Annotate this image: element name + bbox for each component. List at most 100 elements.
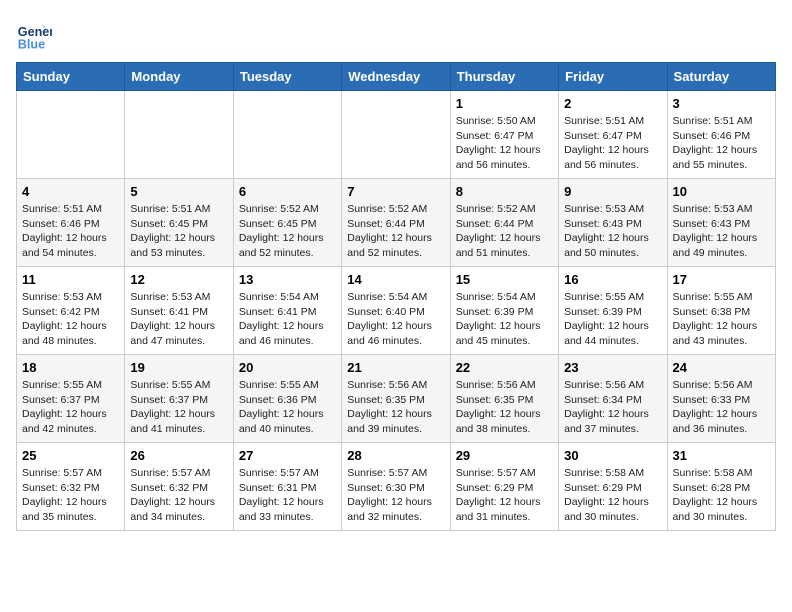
day-number: 6 <box>239 184 336 199</box>
day-header-saturday: Saturday <box>667 63 775 91</box>
day-cell: 16 Sunrise: 5:55 AMSunset: 6:39 PMDayligh… <box>559 267 667 355</box>
day-cell: 28 Sunrise: 5:57 AMSunset: 6:30 PMDayligh… <box>342 443 450 531</box>
day-cell: 1 Sunrise: 5:50 AMSunset: 6:47 PMDaylight… <box>450 91 558 179</box>
day-info: Sunrise: 5:53 AMSunset: 6:43 PMDaylight:… <box>564 202 661 261</box>
logo: General Blue <box>16 16 56 52</box>
day-info: Sunrise: 5:54 AMSunset: 6:39 PMDaylight:… <box>456 290 553 349</box>
day-number: 27 <box>239 448 336 463</box>
day-header-friday: Friday <box>559 63 667 91</box>
day-number: 3 <box>673 96 770 111</box>
day-cell: 23 Sunrise: 5:56 AMSunset: 6:34 PMDayligh… <box>559 355 667 443</box>
day-cell: 31 Sunrise: 5:58 AMSunset: 6:28 PMDayligh… <box>667 443 775 531</box>
day-cell: 2Sunrise: 5:51 AMSunset: 6:47 PMDaylight… <box>559 91 667 179</box>
day-info: Sunrise: 5:53 AMSunset: 6:41 PMDaylight:… <box>130 290 227 349</box>
day-info: Sunrise: 5:56 AMSunset: 6:35 PMDaylight:… <box>456 378 553 437</box>
day-cell: 22 Sunrise: 5:56 AMSunset: 6:35 PMDayligh… <box>450 355 558 443</box>
day-cell: 7Sunrise: 5:52 AMSunset: 6:44 PMDaylight… <box>342 179 450 267</box>
day-number: 22 <box>456 360 553 375</box>
logo-icon: General Blue <box>16 16 52 52</box>
day-cell: 8 Sunrise: 5:52 AMSunset: 6:44 PMDaylight… <box>450 179 558 267</box>
day-info: Sunrise: 5:55 AMSunset: 6:38 PMDaylight:… <box>673 290 770 349</box>
day-info: Sunrise: 5:52 AMSunset: 6:44 PMDaylight:… <box>347 202 444 261</box>
day-number: 11 <box>22 272 119 287</box>
day-cell: 24 Sunrise: 5:56 AMSunset: 6:33 PMDayligh… <box>667 355 775 443</box>
day-info: Sunrise: 5:51 AMSunset: 6:45 PMDaylight:… <box>130 202 227 261</box>
day-info: Sunrise: 5:52 AMSunset: 6:45 PMDaylight:… <box>239 202 336 261</box>
day-number: 23 <box>564 360 661 375</box>
day-number: 2 <box>564 96 661 111</box>
day-info: Sunrise: 5:55 AMSunset: 6:37 PMDaylight:… <box>22 378 119 437</box>
day-cell <box>342 91 450 179</box>
day-info: Sunrise: 5:57 AMSunset: 6:32 PMDaylight:… <box>130 466 227 525</box>
day-info: Sunrise: 5:52 AMSunset: 6:44 PMDaylight:… <box>456 202 553 261</box>
day-cell: 12 Sunrise: 5:53 AMSunset: 6:41 PMDayligh… <box>125 267 233 355</box>
day-cell: 15 Sunrise: 5:54 AMSunset: 6:39 PMDayligh… <box>450 267 558 355</box>
day-cell: 30 Sunrise: 5:58 AMSunset: 6:29 PMDayligh… <box>559 443 667 531</box>
day-cell: 25 Sunrise: 5:57 AMSunset: 6:32 PMDayligh… <box>17 443 125 531</box>
day-cell: 5 Sunrise: 5:51 AMSunset: 6:45 PMDaylight… <box>125 179 233 267</box>
day-header-thursday: Thursday <box>450 63 558 91</box>
day-cell: 20Sunrise: 5:55 AMSunset: 6:36 PMDayligh… <box>233 355 341 443</box>
day-cell: 29Sunrise: 5:57 AMSunset: 6:29 PMDayligh… <box>450 443 558 531</box>
day-cell: 21 Sunrise: 5:56 AMSunset: 6:35 PMDayligh… <box>342 355 450 443</box>
day-cell: 14Sunrise: 5:54 AMSunset: 6:40 PMDayligh… <box>342 267 450 355</box>
day-number: 25 <box>22 448 119 463</box>
day-cell <box>17 91 125 179</box>
day-info: Sunrise: 5:56 AMSunset: 6:34 PMDaylight:… <box>564 378 661 437</box>
day-number: 10 <box>673 184 770 199</box>
week-row-4: 18Sunrise: 5:55 AMSunset: 6:37 PMDayligh… <box>17 355 776 443</box>
day-cell: 4 Sunrise: 5:51 AMSunset: 6:46 PMDaylight… <box>17 179 125 267</box>
day-number: 5 <box>130 184 227 199</box>
day-number: 8 <box>456 184 553 199</box>
day-number: 4 <box>22 184 119 199</box>
day-number: 19 <box>130 360 227 375</box>
day-header-tuesday: Tuesday <box>233 63 341 91</box>
day-info: Sunrise: 5:51 AMSunset: 6:46 PMDaylight:… <box>673 114 770 173</box>
day-info: Sunrise: 5:51 AMSunset: 6:46 PMDaylight:… <box>22 202 119 261</box>
week-row-5: 25 Sunrise: 5:57 AMSunset: 6:32 PMDayligh… <box>17 443 776 531</box>
day-info: Sunrise: 5:56 AMSunset: 6:35 PMDaylight:… <box>347 378 444 437</box>
day-number: 29 <box>456 448 553 463</box>
day-cell: 18Sunrise: 5:55 AMSunset: 6:37 PMDayligh… <box>17 355 125 443</box>
week-row-1: 1 Sunrise: 5:50 AMSunset: 6:47 PMDaylight… <box>17 91 776 179</box>
day-number: 24 <box>673 360 770 375</box>
day-number: 21 <box>347 360 444 375</box>
day-number: 31 <box>673 448 770 463</box>
day-info: Sunrise: 5:58 AMSunset: 6:28 PMDaylight:… <box>673 466 770 525</box>
day-number: 12 <box>130 272 227 287</box>
day-number: 16 <box>564 272 661 287</box>
week-row-3: 11Sunrise: 5:53 AMSunset: 6:42 PMDayligh… <box>17 267 776 355</box>
day-cell: 3 Sunrise: 5:51 AMSunset: 6:46 PMDaylight… <box>667 91 775 179</box>
day-info: Sunrise: 5:54 AMSunset: 6:41 PMDaylight:… <box>239 290 336 349</box>
day-cell: 9 Sunrise: 5:53 AMSunset: 6:43 PMDaylight… <box>559 179 667 267</box>
day-number: 28 <box>347 448 444 463</box>
day-info: Sunrise: 5:50 AMSunset: 6:47 PMDaylight:… <box>456 114 553 173</box>
day-info: Sunrise: 5:53 AMSunset: 6:43 PMDaylight:… <box>673 202 770 261</box>
day-cell: 26 Sunrise: 5:57 AMSunset: 6:32 PMDayligh… <box>125 443 233 531</box>
day-number: 1 <box>456 96 553 111</box>
day-info: Sunrise: 5:54 AMSunset: 6:40 PMDaylight:… <box>347 290 444 349</box>
day-info: Sunrise: 5:56 AMSunset: 6:33 PMDaylight:… <box>673 378 770 437</box>
day-number: 26 <box>130 448 227 463</box>
day-header-sunday: Sunday <box>17 63 125 91</box>
day-cell: 11Sunrise: 5:53 AMSunset: 6:42 PMDayligh… <box>17 267 125 355</box>
day-cell: 17 Sunrise: 5:55 AMSunset: 6:38 PMDayligh… <box>667 267 775 355</box>
day-header-wednesday: Wednesday <box>342 63 450 91</box>
day-info: Sunrise: 5:55 AMSunset: 6:36 PMDaylight:… <box>239 378 336 437</box>
day-info: Sunrise: 5:57 AMSunset: 6:30 PMDaylight:… <box>347 466 444 525</box>
day-info: Sunrise: 5:55 AMSunset: 6:37 PMDaylight:… <box>130 378 227 437</box>
calendar-header: SundayMondayTuesdayWednesdayThursdayFrid… <box>17 63 776 91</box>
day-number: 30 <box>564 448 661 463</box>
day-info: Sunrise: 5:58 AMSunset: 6:29 PMDaylight:… <box>564 466 661 525</box>
day-cell: 19 Sunrise: 5:55 AMSunset: 6:37 PMDayligh… <box>125 355 233 443</box>
day-number: 9 <box>564 184 661 199</box>
day-info: Sunrise: 5:55 AMSunset: 6:39 PMDaylight:… <box>564 290 661 349</box>
day-info: Sunrise: 5:57 AMSunset: 6:32 PMDaylight:… <box>22 466 119 525</box>
day-number: 17 <box>673 272 770 287</box>
day-number: 15 <box>456 272 553 287</box>
week-row-2: 4 Sunrise: 5:51 AMSunset: 6:46 PMDaylight… <box>17 179 776 267</box>
day-cell: 27Sunrise: 5:57 AMSunset: 6:31 PMDayligh… <box>233 443 341 531</box>
calendar-table: SundayMondayTuesdayWednesdayThursdayFrid… <box>16 62 776 531</box>
day-cell <box>125 91 233 179</box>
day-cell <box>233 91 341 179</box>
